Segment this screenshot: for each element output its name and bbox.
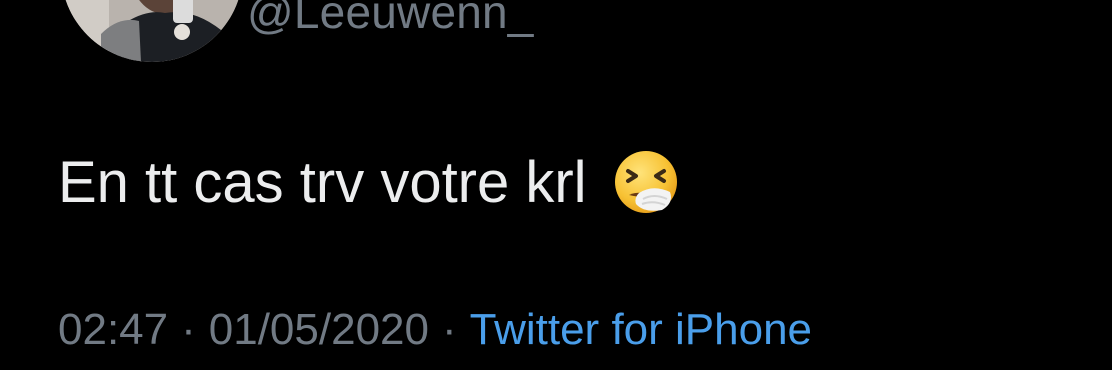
sneezing-face-icon (614, 151, 677, 213)
avatar[interactable] (61, 0, 243, 62)
tweet-text: En tt cas trv votre krl (58, 150, 587, 215)
tweet-date[interactable]: 01/05/2020 (209, 303, 429, 357)
tweet-meta: 02:47 · 01/05/2020 · Twitter for iPhone (58, 303, 812, 357)
meta-separator: · (181, 305, 196, 354)
tweet-body: En tt cas trv votre krl (58, 148, 681, 218)
tweet-time[interactable]: 02:47 (58, 303, 168, 357)
tweet-source-link[interactable]: Twitter for iPhone (470, 303, 812, 357)
user-handle[interactable]: @Leeuwenn_ (247, 0, 534, 42)
avatar-photo (61, 0, 243, 62)
meta-separator: · (441, 305, 457, 354)
